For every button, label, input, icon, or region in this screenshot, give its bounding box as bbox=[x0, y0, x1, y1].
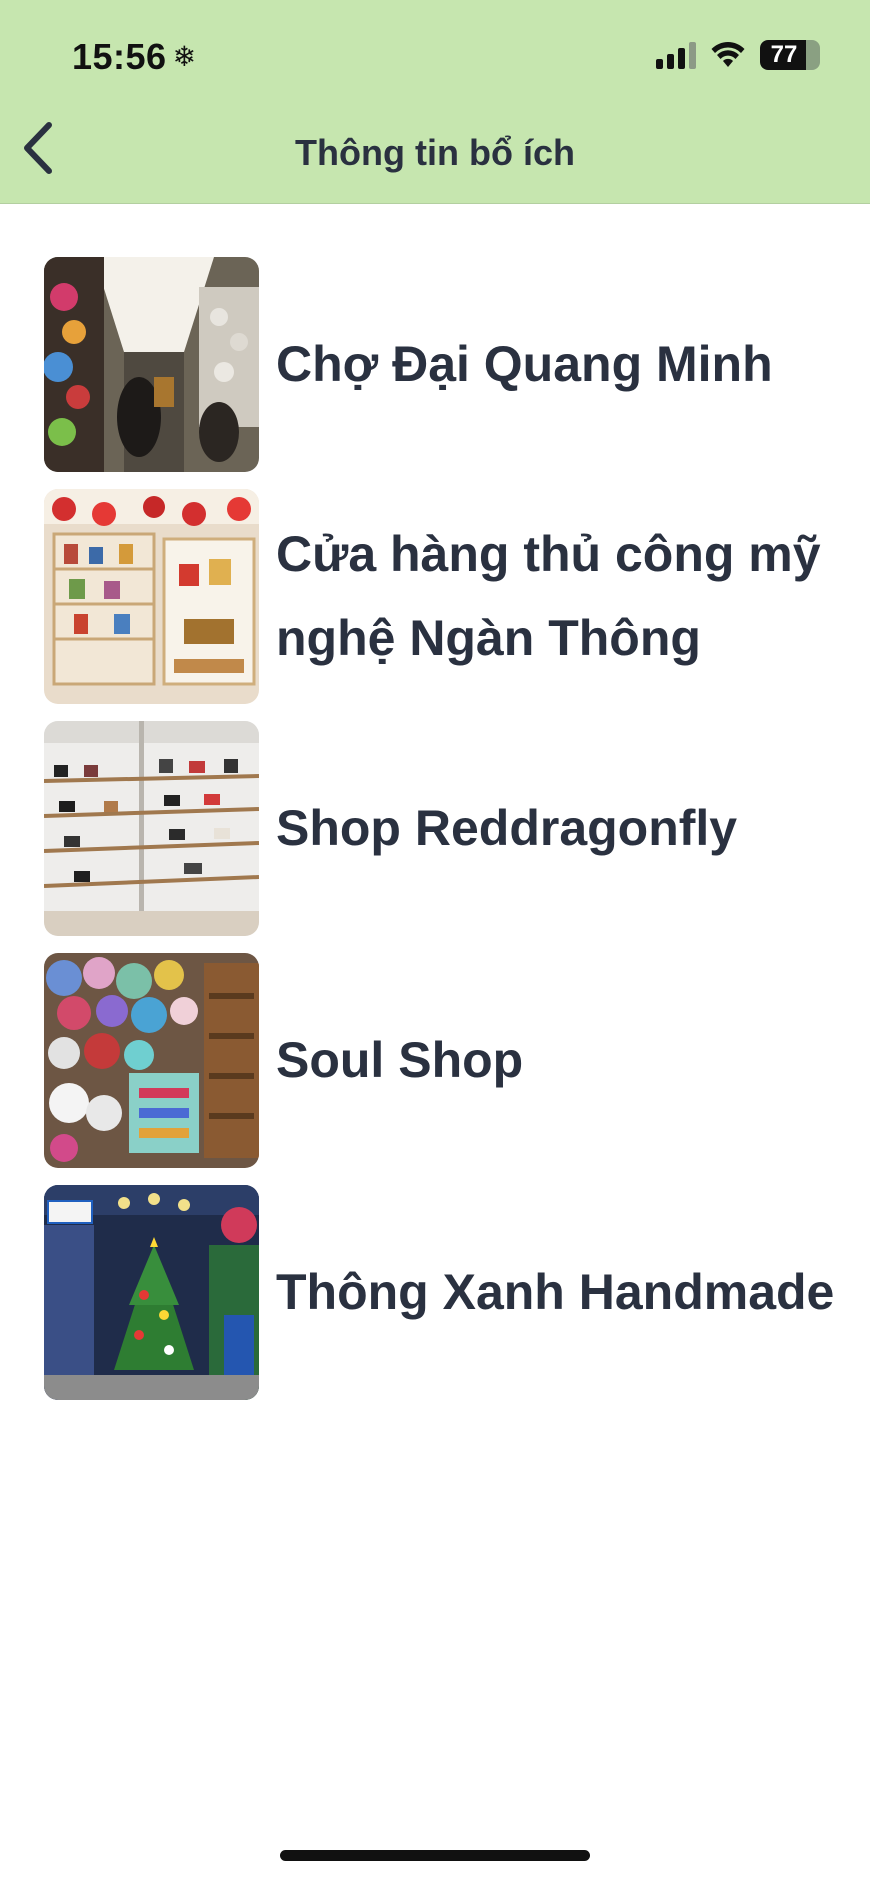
status-time-text: 15:56 bbox=[72, 36, 167, 77]
christmas-tree-shop-photo bbox=[44, 1184, 259, 1400]
handicraft-shop-photo bbox=[44, 488, 259, 704]
status-indicators: 77 bbox=[656, 40, 820, 70]
wifi-icon bbox=[711, 42, 745, 67]
plush-toys-shop-photo bbox=[44, 952, 259, 1168]
shoe-shelves-photo bbox=[44, 720, 259, 936]
home-indicator[interactable] bbox=[280, 1850, 590, 1861]
cellular-signal-icon bbox=[656, 41, 696, 69]
screen: 15:56 ❄ 77 Thông tin bổ ích Chợ Đại Quan… bbox=[0, 0, 870, 1883]
status-time: 15:56 ❄ bbox=[72, 36, 197, 78]
battery-percent: 77 bbox=[770, 41, 798, 68]
snowflake-icon: ❄ bbox=[172, 41, 197, 72]
place-list: Chợ Đại Quang Minh Cửa hàng thủ công mỹ … bbox=[44, 256, 844, 1416]
list-item[interactable]: Cửa hàng thủ công mỹ nghệ Ngàn Thông bbox=[44, 488, 844, 704]
list-item-label: Chợ Đại Quang Minh bbox=[276, 336, 773, 392]
list-item[interactable]: Chợ Đại Quang Minh bbox=[44, 256, 844, 472]
app-header: 15:56 ❄ 77 Thông tin bổ ích bbox=[0, 0, 870, 204]
list-item-label: Soul Shop bbox=[276, 1032, 524, 1088]
list-item[interactable]: Thông Xanh Handmade bbox=[44, 1184, 844, 1400]
list-item[interactable]: Shop Reddragonfly bbox=[44, 720, 844, 936]
page-title: Thông tin bổ ích bbox=[295, 132, 575, 173]
battery-icon: 77 bbox=[760, 40, 820, 70]
list-item-label: Cửa hàng thủ công mỹ nghệ Ngàn Thông bbox=[276, 526, 821, 666]
list-item-label: Thông Xanh Handmade bbox=[276, 1264, 835, 1320]
market-alley-photo bbox=[44, 256, 259, 472]
list-item-label: Shop Reddragonfly bbox=[276, 800, 738, 856]
list-item[interactable]: Soul Shop bbox=[44, 952, 844, 1168]
